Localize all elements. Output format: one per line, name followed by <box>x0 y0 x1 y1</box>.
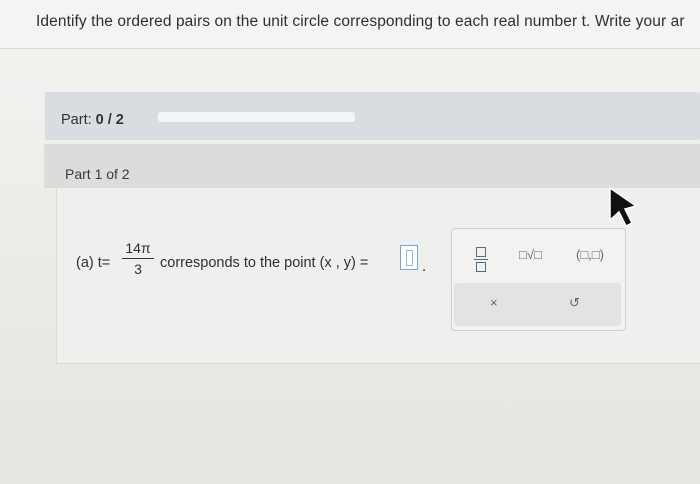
fraction-denominator-box-icon <box>476 262 486 272</box>
part-progress-bar: Part: 0 / 2 <box>45 92 700 140</box>
sentence-period: . <box>422 258 427 275</box>
ordered-pair-template-button[interactable]: (□,□) <box>576 247 604 262</box>
fraction-numerator: 14π <box>125 240 151 256</box>
part-count: 0 / 2 <box>95 112 124 128</box>
problem-text: corresponds to the point (x , y) = <box>160 255 369 271</box>
math-palette: □√□ (□,□) × ↺ <box>451 228 626 331</box>
undo-button[interactable]: ↺ <box>569 295 580 311</box>
part1-title: Part 1 of 2 <box>65 166 130 182</box>
part-progress-label: Part: 0 / 2 <box>61 112 124 128</box>
mouse-pointer-icon <box>609 186 638 228</box>
fraction-numerator-box-icon <box>476 247 486 257</box>
question-header: Identify the ordered pairs on the unit c… <box>0 0 700 49</box>
t-fraction: 14π 3 <box>122 240 154 277</box>
fraction-bar <box>122 258 154 259</box>
text-cursor <box>406 250 413 266</box>
problem-prefix: (a) t= <box>76 255 111 271</box>
sqrt-template-button[interactable]: □√□ <box>519 247 542 262</box>
answer-input[interactable] <box>400 245 418 270</box>
clear-button[interactable]: × <box>490 295 498 310</box>
palette-action-row: × ↺ <box>454 283 621 326</box>
fraction-template-button[interactable] <box>474 247 488 272</box>
part-prefix: Part: <box>61 112 96 128</box>
progress-track <box>158 112 355 122</box>
instruction-text: Identify the ordered pairs on the unit c… <box>36 13 685 30</box>
fraction-denominator: 3 <box>134 261 142 277</box>
fraction-bar-icon <box>474 259 488 260</box>
part1-header: Part 1 of 2 <box>44 144 700 188</box>
